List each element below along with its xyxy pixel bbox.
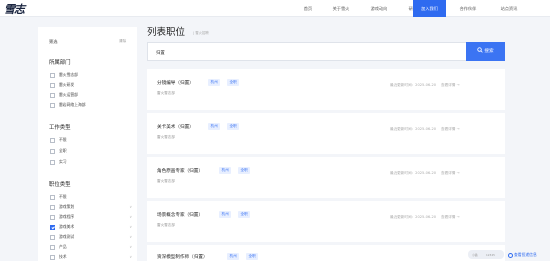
checkbox[interactable]	[50, 137, 55, 143]
section-title-dept: 所属部门	[49, 60, 71, 66]
info-icon	[508, 252, 513, 258]
filter-option-dept[interactable]: 雷火运营部	[50, 92, 130, 98]
location-tag: 杭州	[208, 79, 221, 86]
checkbox[interactable]	[50, 82, 55, 88]
worktype-tag: 全职	[227, 79, 240, 86]
job-card[interactable]: 关卡美术（归置） 杭州 全职 雷火雪志部 最近更新时间：2025-06-20 查…	[147, 113, 505, 154]
location-tag: 杭州	[219, 167, 232, 174]
job-org: 雷火雪志部	[157, 223, 175, 227]
checkbox-checked[interactable]	[50, 224, 55, 230]
job-title[interactable]: 角色原画专家（归置）	[157, 168, 203, 174]
brand-logo[interactable]: 雪志	[4, 1, 25, 17]
chevron-down-icon[interactable]: ∨	[129, 254, 132, 260]
location-tag: 杭州	[219, 211, 232, 218]
job-card[interactable]: 场景概念专家（归置） 杭州 全职 雷火雪志部 最近更新时间：2025-06-20…	[147, 201, 505, 242]
chevron-down-icon[interactable]: ∨	[129, 204, 132, 210]
job-org: 雷火雪志部	[157, 179, 175, 183]
search-button[interactable]: 搜索	[466, 42, 505, 61]
filter-option-jobtype[interactable]: 游戏美术 ∨	[50, 224, 132, 230]
filter-sidebar: 筛选 清除 所属部门 雷火雪志部 雷火研发 雷火运营部 雷岩网络上海部 工作类型…	[38, 27, 137, 261]
worktype-tag: 全职	[238, 211, 251, 218]
job-title[interactable]: 分镜编导（归置）	[157, 80, 194, 86]
search-box	[147, 42, 466, 61]
page-subtitle: | 雪火招聘	[193, 31, 209, 35]
job-update-date: 最近更新时间：2025-06-20	[390, 171, 437, 175]
chevron-down-icon[interactable]: ∨	[129, 214, 132, 220]
nav-item-games[interactable]: 游戏动向	[362, 0, 396, 17]
filter-option-jobtype[interactable]: 游戏测试 ∨	[50, 234, 132, 240]
checkbox[interactable]	[50, 194, 55, 200]
location-tag: 杭州	[208, 123, 221, 130]
section-title-jobtype: 职位类型	[49, 182, 71, 188]
floating-badge: 小猫 12345	[468, 250, 504, 259]
filter-option-dept[interactable]: 雷火研发	[50, 82, 130, 88]
search-icon	[477, 47, 484, 53]
filter-option-jobtype[interactable]: 技术 ∨	[50, 254, 132, 260]
job-org: 雷火雪志部	[157, 135, 175, 139]
job-card[interactable]: 分镜编导（归置） 杭州 全职 雷火雪志部 最近更新时间：2025-06-20 查…	[147, 69, 505, 110]
worktype-tag: 全职	[246, 253, 259, 260]
filter-option-jobtype[interactable]: 产品 ∨	[50, 244, 132, 250]
checkbox[interactable]	[50, 92, 55, 98]
view-details-link[interactable]: 查看详情 →	[441, 215, 460, 220]
chevron-down-icon[interactable]: ∨	[129, 224, 132, 230]
filter-option-worktype[interactable]: 全职	[50, 148, 130, 154]
search-input[interactable]	[156, 48, 446, 57]
checkbox[interactable]	[50, 204, 55, 210]
worktype-tag: 全职	[238, 167, 251, 174]
filter-option-dept[interactable]: 雷火雪志部	[50, 72, 130, 78]
clear-filters-button[interactable]: 清除	[119, 39, 126, 44]
nav-item-news[interactable]: 站点资讯	[489, 0, 529, 17]
job-card[interactable]: 角色原画专家（归置） 杭州 全职 雷火雪志部 最近更新时间：2025-06-20…	[147, 157, 505, 198]
checkbox[interactable]	[50, 244, 55, 250]
checkbox[interactable]	[50, 72, 55, 78]
job-title[interactable]: 资深模型制作师（归置）	[157, 254, 208, 260]
checkbox[interactable]	[50, 214, 55, 220]
nav-item-about[interactable]: 关于雪火	[324, 0, 358, 17]
job-title[interactable]: 关卡美术（归置）	[157, 124, 194, 130]
filter-option-jobtype[interactable]: 游戏策划 ∨	[50, 204, 132, 210]
view-details-link[interactable]: 查看详情 →	[441, 171, 460, 176]
chevron-down-icon[interactable]: ∨	[129, 234, 132, 240]
view-application-link[interactable]: 查看投递信息	[508, 251, 537, 259]
worktype-tag: 全职	[227, 123, 240, 130]
view-details-link[interactable]: 查看详情 →	[441, 127, 460, 132]
nav-item-partners[interactable]: 合作伙伴	[451, 0, 485, 17]
filter-option-dept[interactable]: 雷岩网络上海部	[50, 102, 130, 108]
filter-option-jobtype[interactable]: 游戏程序 ∨	[50, 214, 132, 220]
checkbox[interactable]	[50, 102, 55, 108]
nav-item-home[interactable]: 首页	[296, 0, 320, 17]
job-card[interactable]: 资深模型制作师（归置） 杭州 全职	[147, 245, 505, 261]
job-update-date: 最近更新时间：2025-06-20	[390, 127, 437, 131]
filter-option-worktype[interactable]: 实习	[50, 159, 130, 165]
top-navbar: 雪志 首页 关于雪火 游戏动向 研发实力 加入我们 合作伙伴 站点资讯	[0, 0, 550, 17]
job-title[interactable]: 场景概念专家（归置）	[157, 212, 203, 218]
job-org: 雷火雪志部	[157, 91, 175, 95]
nav-item-join-us[interactable]: 加入我们	[413, 0, 446, 17]
checkbox[interactable]	[50, 148, 55, 154]
checkbox[interactable]	[50, 254, 55, 260]
filter-option-worktype[interactable]: 不限	[50, 137, 130, 143]
job-update-date: 最近更新时间：2025-06-20	[390, 83, 437, 87]
filter-label: 筛选	[49, 39, 58, 44]
checkbox[interactable]	[50, 159, 55, 165]
job-update-date: 最近更新时间：2025-06-20	[390, 215, 437, 219]
chevron-down-icon[interactable]: ∨	[129, 244, 132, 250]
section-title-worktype: 工作类型	[49, 125, 71, 131]
location-tag: 杭州	[227, 253, 240, 260]
filter-option-jobtype[interactable]: 不限	[50, 194, 130, 200]
page-title: 列表职位	[147, 27, 186, 38]
view-details-link[interactable]: 查看详情 →	[441, 83, 460, 88]
checkbox[interactable]	[50, 234, 55, 240]
